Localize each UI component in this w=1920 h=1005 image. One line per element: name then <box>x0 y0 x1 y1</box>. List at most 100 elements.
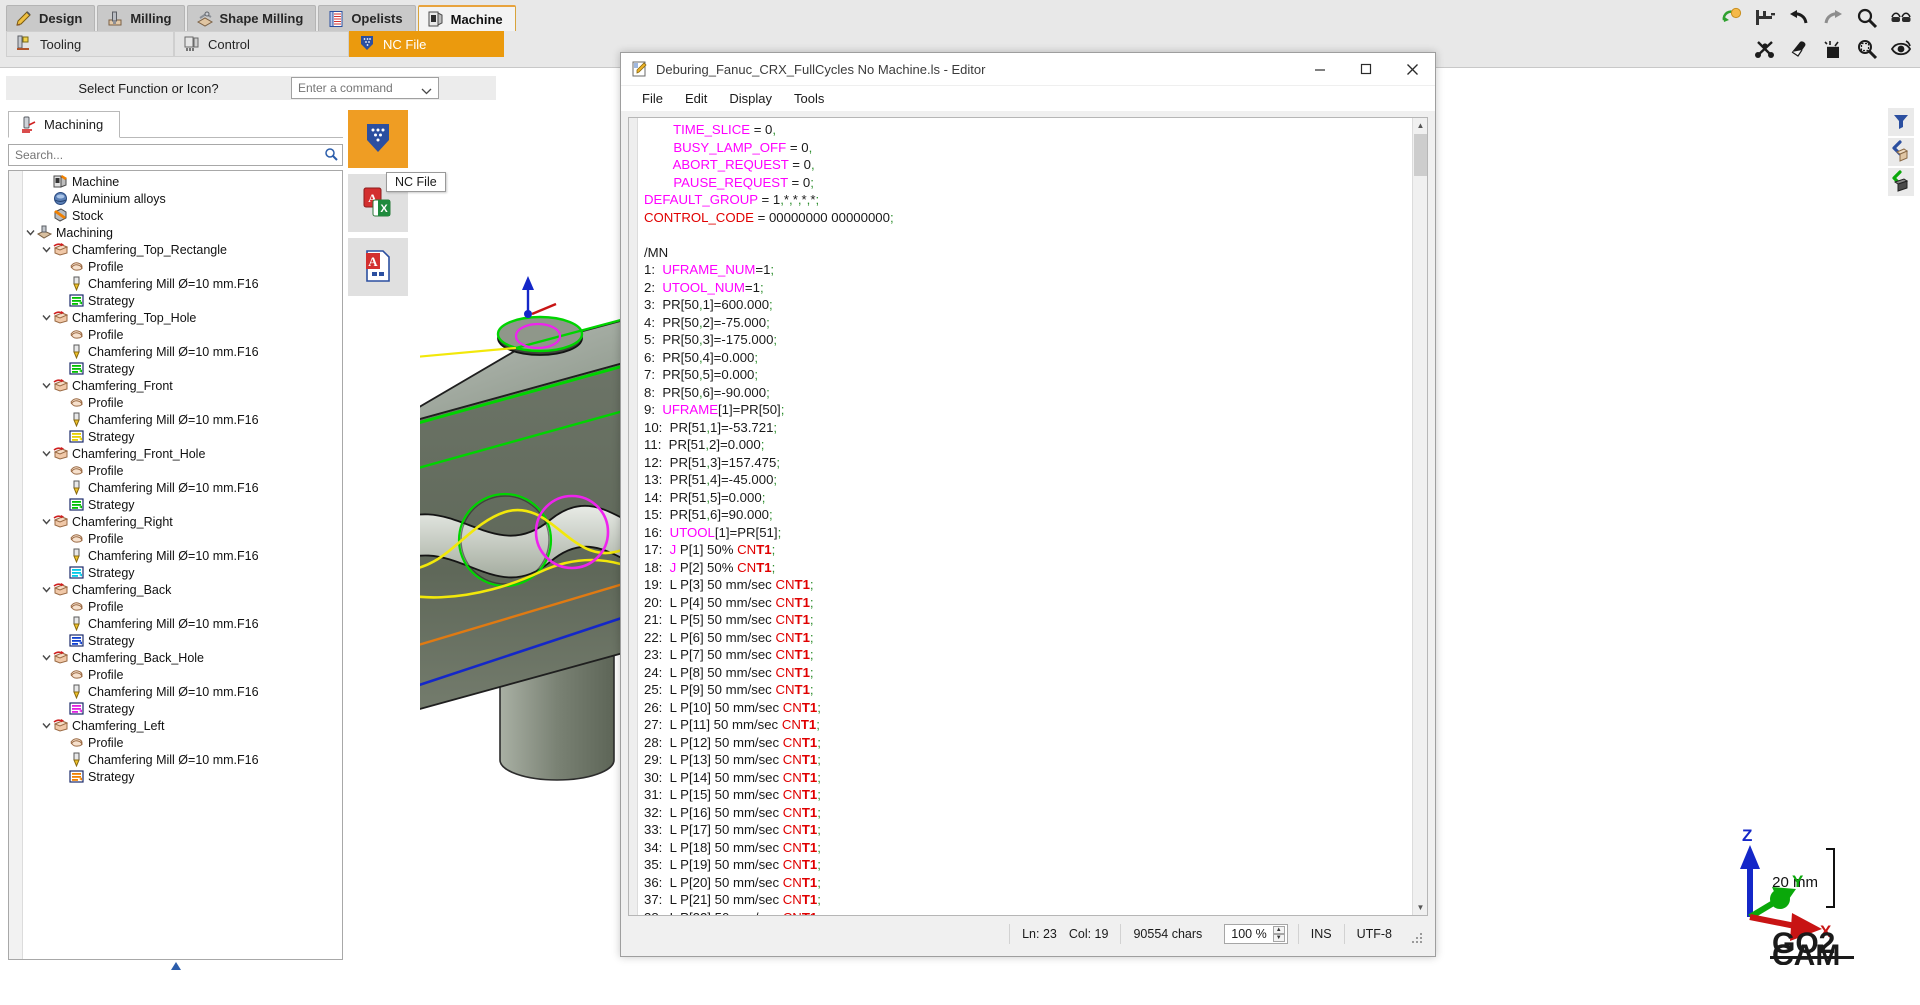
redo-arrow-icon[interactable] <box>1822 7 1844 29</box>
eye-rotate-icon[interactable] <box>1890 38 1912 60</box>
ribbon-tab-milling[interactable]: Milling <box>97 5 184 31</box>
editor-titlebar[interactable]: Deburing_Fanuc_CRX_FullCycles No Machine… <box>621 53 1435 86</box>
tree-row[interactable]: Strategy <box>23 360 342 377</box>
tree-row[interactable]: Strategy <box>23 496 342 513</box>
tree-row[interactable]: Chamfering_Left <box>23 717 342 734</box>
editor-maximize-button[interactable] <box>1343 53 1389 85</box>
chevron-down-icon[interactable] <box>39 518 53 525</box>
tree-row[interactable]: Chamfering_Back <box>23 581 342 598</box>
scrollbar-thumb[interactable] <box>1414 134 1427 176</box>
tree-row[interactable]: Chamfering Mill Ø=10 mm.F16 <box>23 343 342 360</box>
tree-row[interactable]: Chamfering Mill Ø=10 mm.F16 <box>23 275 342 292</box>
tree-row[interactable]: Chamfering_Back_Hole <box>23 649 342 666</box>
zoom-up-arrow-icon[interactable]: ▲ <box>1273 926 1285 934</box>
subtab-control[interactable]: Control <box>174 31 349 57</box>
tree-row[interactable]: Strategy <box>23 700 342 717</box>
tree-row[interactable]: Profile <box>23 530 342 547</box>
chevron-down-icon[interactable] <box>39 722 53 729</box>
caliper-measure-icon[interactable] <box>1754 7 1776 29</box>
prev-part-button[interactable] <box>1888 138 1914 166</box>
tree-row[interactable]: Profile <box>23 462 342 479</box>
chevron-down-icon[interactable] <box>421 84 432 98</box>
panel-resize-handle[interactable] <box>8 960 343 976</box>
tree-row[interactable]: Chamfering Mill Ø=10 mm.F16 <box>23 751 342 768</box>
tree-row[interactable]: Chamfering_Top_Rectangle <box>23 241 342 258</box>
filter-button[interactable] <box>1888 108 1914 136</box>
zoom-down-arrow-icon[interactable]: ▼ <box>1273 934 1285 942</box>
chevron-down-icon[interactable] <box>39 586 53 593</box>
tree-row[interactable]: Profile <box>23 258 342 275</box>
subtab-nc-file[interactable]: NC File <box>349 31 504 57</box>
tree-row[interactable]: Strategy <box>23 428 342 445</box>
menu-display[interactable]: Display <box>718 88 783 110</box>
eraser-icon[interactable] <box>1788 38 1810 60</box>
zoom-magnifier-icon[interactable] <box>1856 7 1878 29</box>
menu-tools[interactable]: Tools <box>783 88 835 110</box>
subtab-tooling[interactable]: Tooling <box>6 31 174 57</box>
chevron-down-icon[interactable] <box>39 314 53 321</box>
tree-row[interactable]: Stock <box>23 207 342 224</box>
undo-arrow-icon[interactable] <box>1788 7 1810 29</box>
menu-file[interactable]: File <box>631 88 674 110</box>
tree-row[interactable]: Chamfering Mill Ø=10 mm.F16 <box>23 479 342 496</box>
ribbon-tab-shape-milling[interactable]: Shape Milling <box>187 5 317 31</box>
tree-row[interactable]: Profile <box>23 598 342 615</box>
command-combobox[interactable] <box>291 77 439 99</box>
refresh-green-icon[interactable] <box>1720 7 1742 29</box>
search-box[interactable] <box>8 144 343 166</box>
resize-grip-icon[interactable] <box>1412 933 1424 945</box>
editor-close-button[interactable] <box>1389 53 1435 85</box>
glasses-view-icon[interactable] <box>1890 7 1912 29</box>
tree-row[interactable]: Profile <box>23 734 342 751</box>
tree-row[interactable]: Chamfering_Front <box>23 377 342 394</box>
tree-scroll-track[interactable] <box>9 171 23 959</box>
tree-row[interactable]: Profile <box>23 666 342 683</box>
tree-row[interactable]: Strategy <box>23 564 342 581</box>
chevron-down-icon[interactable] <box>39 382 53 389</box>
tree-row[interactable]: Strategy <box>23 292 342 309</box>
zoom-spinner[interactable]: ▲ ▼ <box>1273 926 1285 942</box>
tree-row[interactable]: Chamfering_Top_Hole <box>23 309 342 326</box>
tree-row[interactable]: Strategy <box>23 632 342 649</box>
menu-edit[interactable]: Edit <box>674 88 718 110</box>
prev-stock-button[interactable] <box>1888 168 1914 196</box>
magic-wand-icon[interactable] <box>1822 38 1844 60</box>
command-input[interactable] <box>296 80 416 96</box>
search-input[interactable] <box>13 147 324 163</box>
pdf-setup-sheet-button[interactable]: A <box>348 238 408 296</box>
subtab-label: Control <box>208 37 250 52</box>
nc-file-button[interactable] <box>348 110 408 168</box>
machining-tree[interactable]: MachineAluminium alloysStockMachiningCha… <box>8 170 343 960</box>
editor-code[interactable]: TIME_SLICE = 0, BUSY_LAMP_OFF = 0, ABORT… <box>638 118 1412 915</box>
tools-settings-icon[interactable] <box>1754 38 1776 60</box>
tree-row[interactable]: Chamfering Mill Ø=10 mm.F16 <box>23 547 342 564</box>
ribbon-tab-design[interactable]: Design <box>6 5 95 31</box>
tab-machining[interactable]: Machining <box>8 111 120 138</box>
editor-text-area[interactable]: TIME_SLICE = 0, BUSY_LAMP_OFF = 0, ABORT… <box>628 117 1428 916</box>
tree-row[interactable]: Chamfering Mill Ø=10 mm.F16 <box>23 411 342 428</box>
ribbon-tab-opelists[interactable]: Opelists <box>318 5 415 31</box>
zoom-level-control[interactable]: 100 % ▲ ▼ <box>1224 924 1287 944</box>
chevron-down-icon[interactable] <box>23 229 37 236</box>
tree-row[interactable]: Chamfering Mill Ø=10 mm.F16 <box>23 615 342 632</box>
tree-row[interactable]: Machine <box>23 173 342 190</box>
tree-row[interactable]: Chamfering_Right <box>23 513 342 530</box>
scroll-up-arrow-icon[interactable]: ▲ <box>1413 118 1428 133</box>
chevron-down-icon[interactable] <box>39 654 53 661</box>
ribbon-tab-machine[interactable]: Machine <box>418 5 516 31</box>
tree-row[interactable]: Machining <box>23 224 342 241</box>
editor-minimize-button[interactable] <box>1297 53 1343 85</box>
search-icon[interactable] <box>324 147 338 164</box>
tree-row[interactable]: Strategy <box>23 768 342 785</box>
chevron-down-icon[interactable] <box>39 450 53 457</box>
tree-row[interactable]: Chamfering Mill Ø=10 mm.F16 <box>23 683 342 700</box>
tree-row[interactable]: Profile <box>23 326 342 343</box>
scroll-down-arrow-icon[interactable]: ▼ <box>1413 900 1428 915</box>
chevron-down-icon[interactable] <box>39 246 53 253</box>
tree-row[interactable]: Profile <box>23 394 342 411</box>
zoom-window-icon[interactable] <box>1856 38 1878 60</box>
tree-row[interactable]: Chamfering_Front_Hole <box>23 445 342 462</box>
tree-row[interactable]: Aluminium alloys <box>23 190 342 207</box>
editor-window[interactable]: Deburing_Fanuc_CRX_FullCycles No Machine… <box>620 52 1436 957</box>
editor-vertical-scrollbar[interactable]: ▲ ▼ <box>1412 118 1427 915</box>
